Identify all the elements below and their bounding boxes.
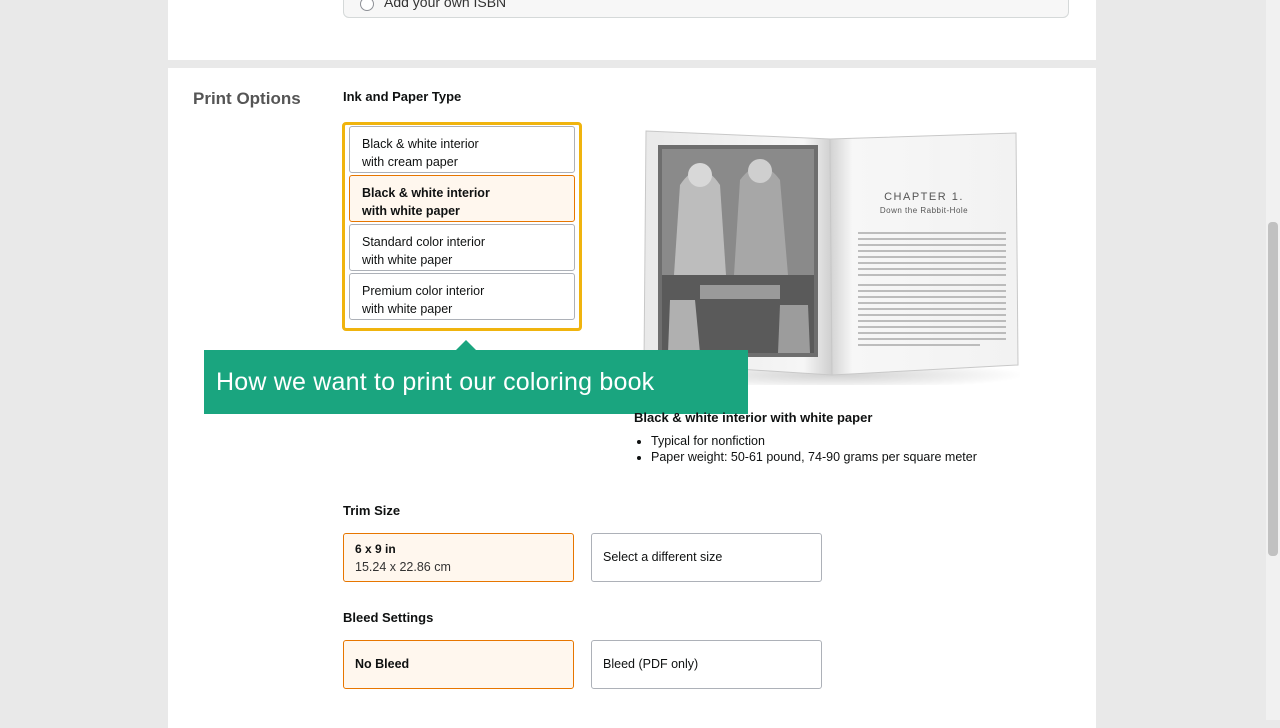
trim-size-inches: 6 x 9 in [355,542,396,556]
scrollbar-thumb[interactable] [1268,222,1278,556]
paper-option-line1: Black & white interior [362,137,479,151]
open-book-illustration: CHAPTER 1. Down the Rabbit-Hole [643,130,1025,389]
trim-size-cm: 15.24 x 22.86 cm [355,560,451,574]
book-preview-image: CHAPTER 1. Down the Rabbit-Hole [640,125,1025,389]
page-scrollbar[interactable] [1266,0,1280,720]
print-options-heading: Print Options [193,89,301,108]
bleed-settings-label: Bleed Settings [343,610,434,625]
paper-option-line2: with cream paper [362,155,458,169]
bleed-pdf-label: Bleed (PDF only) [603,657,699,671]
paper-option-standard-color[interactable]: Standard color interior with white paper [349,224,575,271]
chapter-title: CHAPTER 1. [884,191,964,203]
ink-paper-label: Ink and Paper Type [343,89,462,104]
description-bullet: Paper weight: 50-61 pound, 74-90 grams p… [651,449,977,465]
paper-option-line1: Premium color interior [362,284,485,298]
trim-size-label: Trim Size [343,503,401,518]
paper-option-line2: with white paper [362,204,460,218]
no-bleed-label: No Bleed [355,657,410,671]
paper-option-line2: with white paper [362,253,453,267]
select-different-size-button[interactable]: Select a different size [591,533,822,582]
paper-option-line1: Black & white interior [362,186,490,200]
trim-size-6x9-option[interactable]: 6 x 9 in 15.24 x 22.86 cm [343,533,574,582]
paper-option-line1: Standard color interior [362,235,485,249]
paper-option-bw-white[interactable]: Black & white interior with white paper [349,175,575,222]
description-bullet: Typical for nonfiction [651,433,977,449]
paper-option-line2: with white paper [362,302,453,316]
no-bleed-option[interactable]: No Bleed [343,640,574,689]
bleed-pdf-option[interactable]: Bleed (PDF only) [591,640,822,689]
video-caption-banner: How we want to print our coloring book [204,350,748,414]
ink-paper-options-group: Black & white interior with cream paper … [342,122,582,331]
paper-description-list: Typical for nonfiction Paper weight: 50-… [634,433,977,465]
own-isbn-label: Add your own ISBN [384,0,507,10]
chapter-subtitle: Down the Rabbit-Hole [880,206,968,215]
own-isbn-option[interactable]: Add your own ISBN [343,0,1069,18]
isbn-radio-button[interactable] [360,0,374,11]
select-different-size-label: Select a different size [603,550,723,564]
paper-option-premium-color[interactable]: Premium color interior with white paper [349,273,575,320]
paper-option-bw-cream[interactable]: Black & white interior with cream paper [349,126,575,173]
paper-description-title: Black & white interior with white paper [634,410,873,425]
